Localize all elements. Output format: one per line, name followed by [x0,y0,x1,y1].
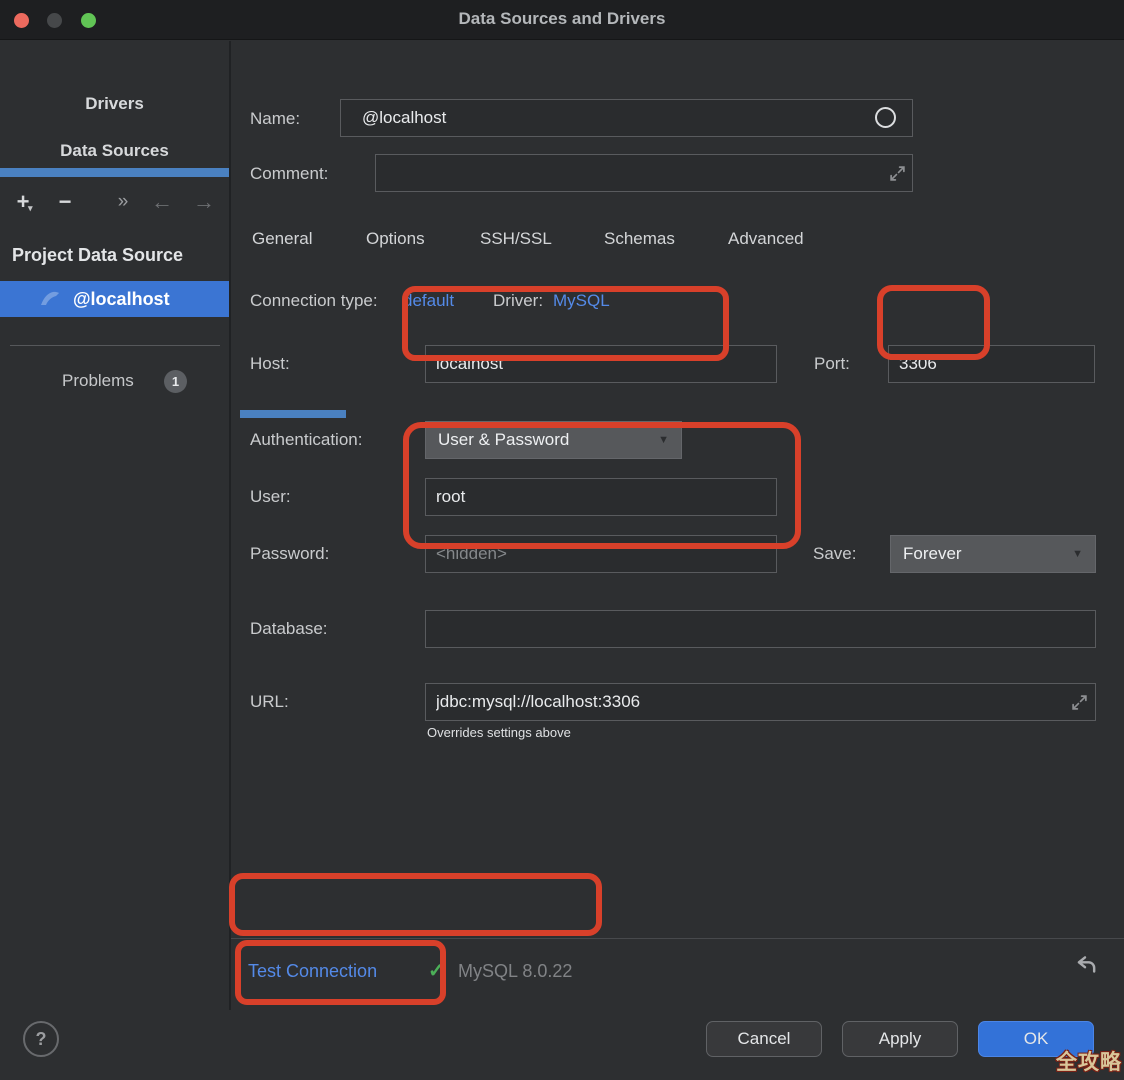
general-tab-underline [240,410,346,418]
titlebar: Data Sources and Drivers [0,0,1124,40]
add-button[interactable]: + ▾ [8,189,38,215]
cancel-button[interactable]: Cancel [706,1021,822,1057]
check-icon: ✓ [428,958,445,983]
user-label: User: [250,487,291,507]
sidebar-tab-drivers[interactable]: Drivers [0,94,229,114]
chevron-down-icon: ▼ [1072,536,1083,572]
url-label: URL: [250,692,289,712]
save-label: Save: [813,544,856,564]
authentication-label: Authentication: [250,430,362,450]
connection-type-label: Connection type: [250,291,378,311]
main-panel: Name: Comment: General Options SSH/SSL S… [231,41,1124,1080]
watermark: 全攻略 [1056,1046,1122,1076]
arrow-right-icon: → [193,189,215,214]
back-button[interactable]: ← [147,189,177,215]
minus-icon: − [59,189,72,214]
authentication-value: User & Password [438,430,569,449]
name-label: Name: [250,109,300,129]
expand-icon[interactable] [889,165,906,182]
problems-label: Problems [62,371,134,391]
apply-button[interactable]: Apply [842,1021,958,1057]
url-input[interactable] [425,683,1096,721]
save-value: Forever [903,544,962,563]
spinner-icon [875,107,896,128]
test-connection-link[interactable]: Test Connection [248,961,377,982]
window-title: Data Sources and Drivers [0,9,1124,29]
question-icon: ? [36,1029,47,1049]
double-chevron-icon: » [118,191,129,212]
host-input[interactable] [425,345,777,383]
sidebar-toolbar: + ▾ − » ← → [0,185,229,223]
form-tabs: General Options SSH/SSL Schemas Advanced [231,229,1124,263]
port-input[interactable] [888,345,1095,383]
project-data-source-header: Project Data Source [12,245,228,266]
comment-label: Comment: [250,164,328,184]
url-hint: Overrides settings above [427,725,571,740]
datasource-item-localhost[interactable]: @localhost [0,281,229,317]
authentication-select[interactable]: User & Password ▼ [425,421,682,459]
password-label: Password: [250,544,329,564]
problems-item[interactable]: Problems 1 [0,369,229,397]
tab-options[interactable]: Options [366,229,425,249]
expand-icon[interactable] [1071,694,1088,711]
sidebar: Drivers Data Sources + ▾ − » ← → Project… [0,41,229,1080]
revert-button[interactable] [1074,955,1096,977]
footer-separator [231,938,1124,939]
tab-schemas[interactable]: Schemas [604,229,675,249]
data-sources-dialog: Data Sources and Drivers Drivers Data So… [0,0,1124,1080]
caret-down-icon: ▾ [28,203,33,214]
data-sources-tab-accent [0,168,229,177]
user-input[interactable] [425,478,777,516]
mysql-icon [38,287,62,311]
problems-count-badge: 1 [164,370,187,393]
driver-link[interactable]: MySQL [553,291,610,311]
save-select[interactable]: Forever ▼ [890,535,1096,573]
connection-status: MySQL 8.0.22 [458,961,572,982]
driver-label: Driver: [493,291,543,311]
host-label: Host: [250,354,290,374]
name-input[interactable] [340,99,913,137]
database-label: Database: [250,619,328,639]
tab-advanced[interactable]: Advanced [728,229,804,249]
arrow-left-icon: ← [151,189,173,214]
sidebar-divider [10,345,220,346]
connection-type-link[interactable]: default [403,291,454,311]
datasource-item-label: @localhost [73,281,170,317]
sidebar-tab-data-sources[interactable]: Data Sources [0,141,229,161]
port-label: Port: [814,354,850,374]
tab-ssh-ssl[interactable]: SSH/SSL [480,229,552,249]
help-button[interactable]: ? [23,1021,59,1057]
password-input[interactable] [425,535,777,573]
tab-general[interactable]: General [252,229,312,249]
more-actions-button[interactable]: » [108,191,138,213]
remove-button[interactable]: − [50,189,80,215]
database-input[interactable] [425,610,1096,648]
chevron-down-icon: ▼ [658,422,669,458]
comment-input[interactable] [375,154,913,192]
forward-button[interactable]: → [189,189,219,215]
